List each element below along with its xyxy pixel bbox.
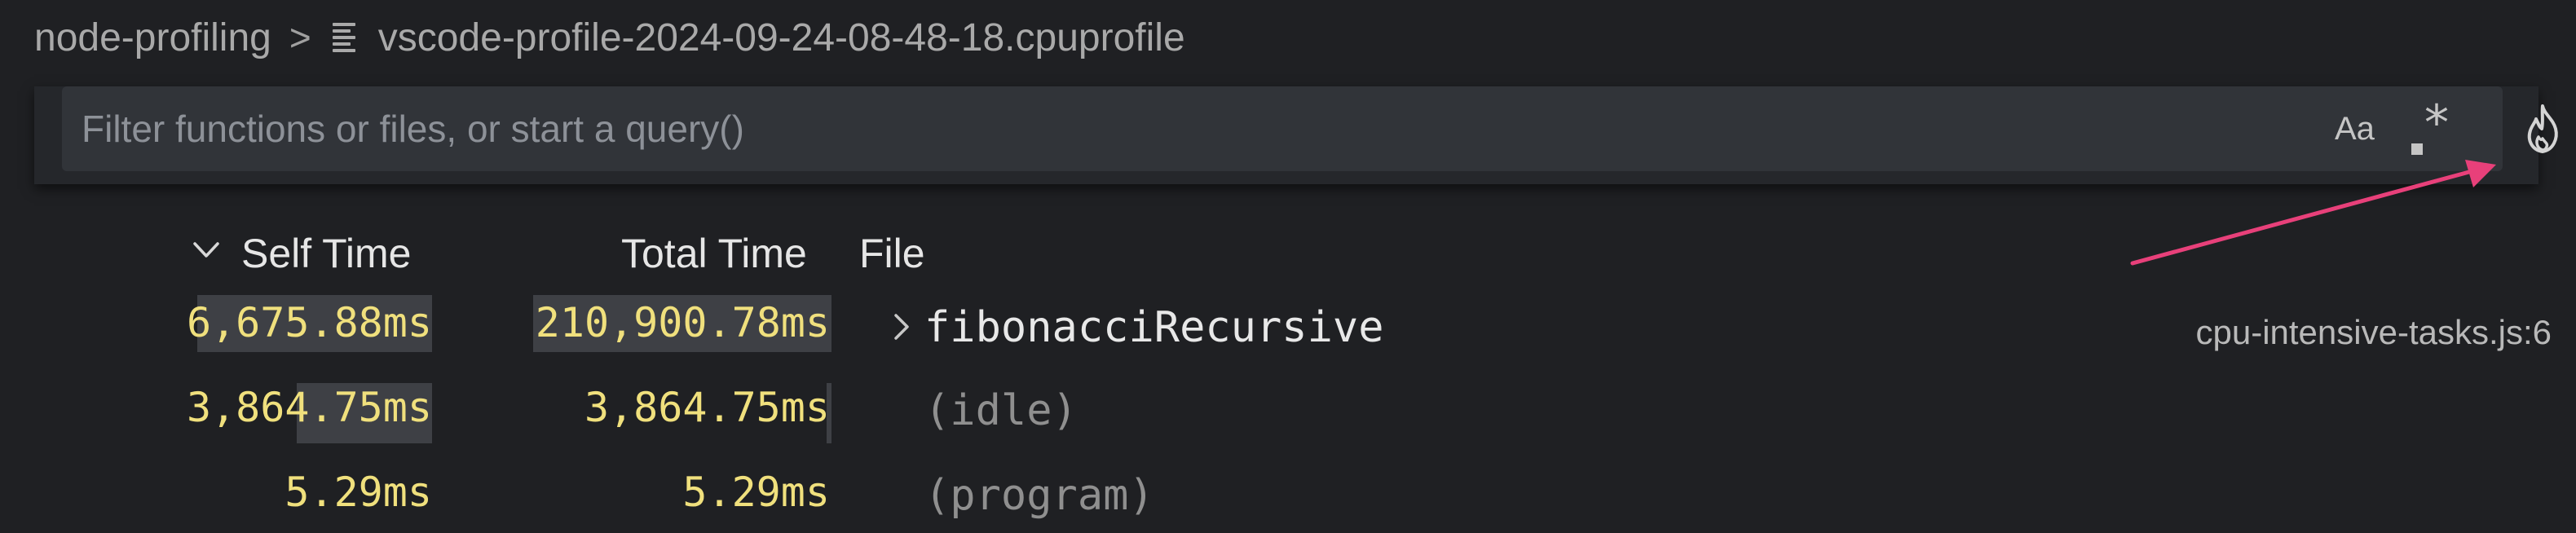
flame-icon[interactable] [2517, 103, 2568, 156]
function-name[interactable]: (program) [924, 466, 1154, 525]
self-time-value: 3,864.75ms [186, 384, 432, 431]
breadcrumb-separator-icon: > [289, 16, 311, 59]
total-time-value: 3,864.75ms [584, 384, 830, 431]
total-time-value: 5.29ms [682, 469, 830, 516]
file-location-link[interactable]: cpu-intensive-tasks.js:6 [2195, 310, 2552, 355]
self-time-value: 5.29ms [285, 469, 432, 516]
total-time-value: 210,900.78ms [535, 299, 830, 346]
regex-toggle-icon[interactable]: * [2406, 95, 2472, 158]
filter-input[interactable] [62, 86, 2503, 171]
self-time-value: 6,675.88ms [186, 299, 432, 346]
function-name[interactable]: (idle) [924, 381, 1078, 440]
expand-chevron-icon[interactable] [893, 313, 910, 341]
breadcrumb: node-profiling > vscode-profile-2024-09-… [34, 8, 1185, 67]
function-name[interactable]: fibonacciRecursive [924, 298, 1384, 357]
column-header-total-time[interactable]: Total Time [621, 225, 807, 282]
file-lines-icon [332, 23, 359, 52]
match-case-toggle[interactable]: Aa [2335, 109, 2375, 148]
column-header-self-time[interactable]: Self Time [241, 225, 411, 282]
column-header-file[interactable]: File [859, 225, 925, 282]
breadcrumb-file[interactable]: vscode-profile-2024-09-24-08-48-18.cpupr… [378, 15, 1185, 60]
breadcrumb-folder[interactable]: node-profiling [34, 15, 271, 60]
filter-toolbar: Aa * [34, 86, 2558, 184]
sort-descending-chevron-icon[interactable] [192, 241, 220, 259]
